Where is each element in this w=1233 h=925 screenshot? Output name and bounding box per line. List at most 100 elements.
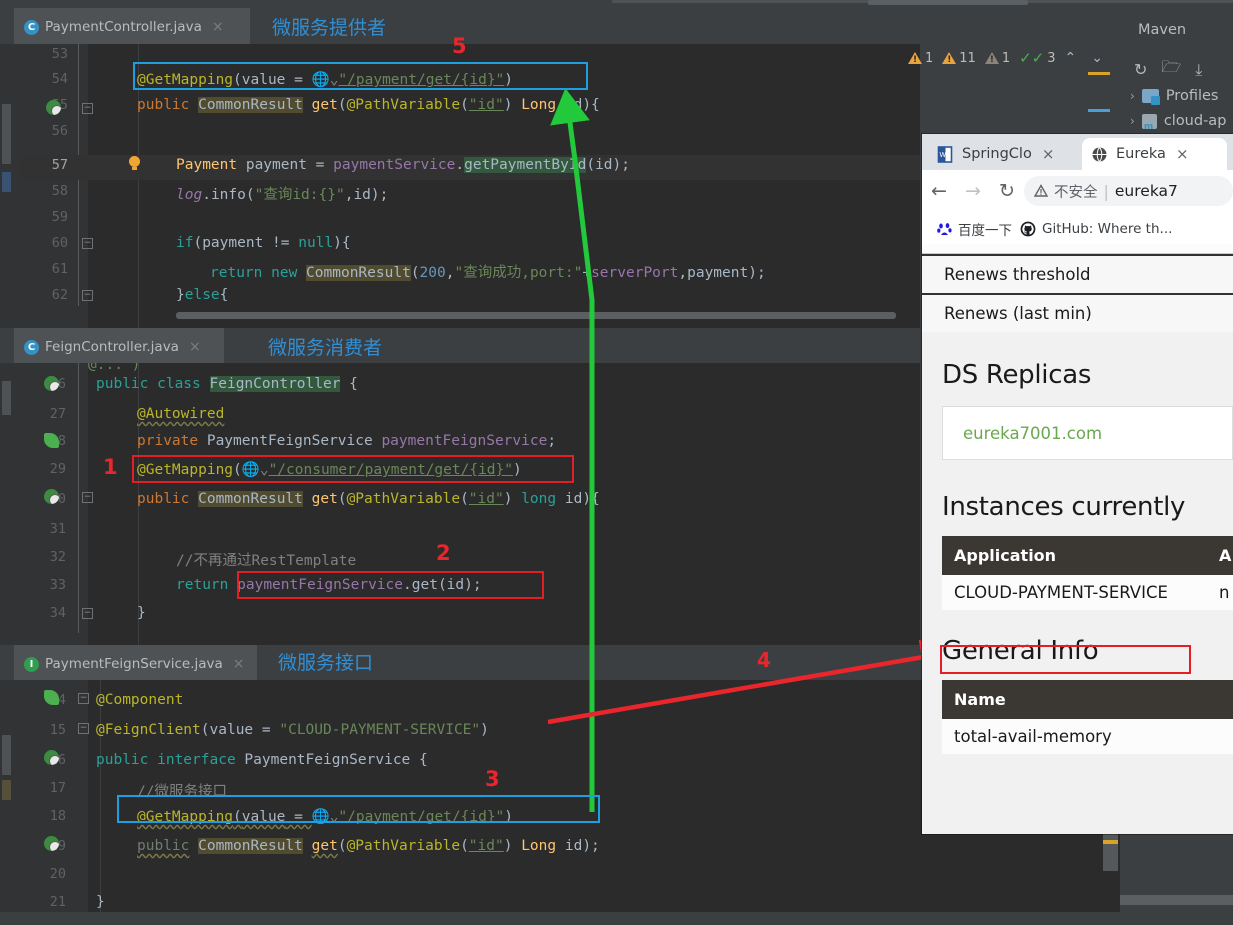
class-icon: C: [24, 339, 39, 355]
fold-collapse-icon[interactable]: −: [82, 103, 93, 114]
reload-button[interactable]: ↻: [990, 180, 1024, 202]
inspection-status-bar: ! 1 ! 11 ! 1 ✓✓ 3 ⌃ ⌄: [908, 50, 1103, 66]
close-icon[interactable]: ×: [233, 657, 245, 671]
browser-tab-eureka[interactable]: Eureka ×: [1082, 138, 1227, 170]
warning-count-2[interactable]: ! 11: [942, 51, 976, 66]
general-info-table-header: Name: [942, 680, 1233, 719]
security-label: 不安全: [1054, 184, 1098, 201]
refresh-icon[interactable]: ↻: [1134, 60, 1147, 79]
warning-count-1[interactable]: ! 1: [908, 51, 933, 66]
table-row: Renews threshold: [922, 254, 1233, 293]
table-row-partial: [922, 244, 1233, 254]
browser-tab-springcloud[interactable]: W SpringClo ×: [928, 138, 1078, 170]
tab-payment-feign-service[interactable]: I PaymentFeignService.java ×: [14, 645, 257, 681]
chevron-right-icon[interactable]: ›: [1130, 89, 1135, 103]
maven-v-scrollbar[interactable]: [1103, 833, 1118, 871]
baidu-icon: [936, 221, 952, 237]
code-line-21: }: [96, 894, 105, 910]
spring-component-gutter-icon[interactable]: [44, 690, 59, 705]
maven-tree-item-module[interactable]: › cloud-ap: [1130, 113, 1226, 132]
close-icon[interactable]: ×: [1176, 145, 1189, 163]
horizontal-scrollbar[interactable]: [176, 312, 896, 319]
browser-navbar: ← → ↻ 不安全 | eureka7: [922, 170, 1233, 212]
fold-collapse-icon[interactable]: −: [82, 492, 93, 503]
ds-replica-link[interactable]: eureka7001.com: [963, 424, 1102, 443]
annotation-number-5: 5: [452, 34, 467, 58]
download-sources-icon[interactable]: ⤓: [1195, 60, 1202, 80]
close-icon[interactable]: ×: [1042, 145, 1055, 163]
warning-triangle-icon: !: [942, 52, 957, 65]
bookmark-label: GitHub: Where th...: [1042, 221, 1173, 237]
bookmark-label: 百度一下: [958, 223, 1012, 239]
spring-autowired-gutter-icon[interactable]: [44, 433, 59, 448]
tab-label: PaymentFeignService.java: [45, 656, 223, 672]
editor-feign-controller[interactable]: @...") 26 27 28 29 30 31 32 33 34 − − pu…: [0, 363, 920, 646]
annotation-note-provider: 微服务提供者: [272, 17, 387, 39]
ds-replicas-heading: DS Replicas: [942, 360, 1092, 390]
spring-bean-gutter-icon[interactable]: [46, 100, 61, 115]
table-row: CLOUD-PAYMENT-SERVICE n: [942, 575, 1233, 610]
scroll-marker-2: [2, 780, 11, 800]
address-bar[interactable]: 不安全 | eureka7: [1024, 176, 1233, 206]
tab-feign-controller[interactable]: C FeignController.java ×: [14, 328, 224, 364]
spring-bean-gutter-icon[interactable]: [44, 376, 59, 391]
fold-collapse-icon[interactable]: −: [78, 723, 89, 734]
line-number: 32: [49, 549, 66, 565]
chevron-right-icon[interactable]: ›: [1130, 114, 1135, 128]
maven-h-scrollbar[interactable]: [1120, 895, 1233, 905]
line-number: 18: [49, 808, 66, 824]
spring-mapping-gutter-icon[interactable]: [44, 489, 59, 504]
line-number: 31: [49, 521, 66, 537]
fold-collapse-icon[interactable]: −: [82, 290, 93, 301]
line-number: 21: [49, 894, 66, 910]
chrome-browser-window[interactable]: W SpringClo × Eureka × ← → ↻ 不安全 | eurek…: [922, 134, 1233, 834]
bookmark-baidu[interactable]: 百度一下: [936, 219, 1012, 239]
cell-application: CLOUD-PAYMENT-SERVICE: [954, 583, 1168, 602]
add-maven-project-icon[interactable]: 🗁: [1161, 56, 1181, 83]
maven-tool-window[interactable]: Maven ↻ 🗁 ⤓ › Profiles › cloud-ap: [1120, 8, 1233, 138]
fold-collapse-icon[interactable]: −: [82, 238, 93, 249]
line-number: 61: [51, 261, 68, 277]
count-label: 1: [925, 50, 934, 66]
ide-search-field-sliver[interactable]: [868, 0, 1028, 5]
tab-label: PaymentController.java: [45, 19, 202, 35]
omnibox-separator: |: [1103, 181, 1109, 201]
close-icon[interactable]: ×: [212, 20, 224, 34]
table-row: Renews (last min): [922, 293, 1233, 332]
highlight-box-2: [237, 571, 544, 599]
error-stripe-info[interactable]: [1088, 109, 1110, 112]
line-number: 17: [49, 780, 66, 796]
globe-icon: [1090, 145, 1108, 163]
spring-bean-gutter-icon[interactable]: [44, 750, 59, 765]
fold-collapse-icon[interactable]: −: [82, 608, 93, 619]
warning-count-3[interactable]: ! 1: [984, 51, 1010, 66]
column-header-application: Application: [954, 546, 1057, 565]
count-label: 11: [959, 50, 976, 66]
bookmarks-bar: 百度一下 GitHub: Where th...: [922, 214, 1233, 244]
next-problem-icon[interactable]: ⌄: [1091, 50, 1103, 66]
line-number: 20: [49, 866, 66, 882]
tab-payment-controller[interactable]: C PaymentController.java ×: [14, 8, 250, 44]
spring-mapping-gutter-icon[interactable]: [44, 836, 59, 851]
line-number: 34: [49, 605, 66, 621]
code-line-57: Payment payment = paymentService.getPaym…: [176, 157, 630, 173]
typo-count[interactable]: ✓✓ 3: [1019, 51, 1055, 66]
maven-tree-item-profiles[interactable]: › Profiles: [1130, 88, 1219, 105]
tree-label: Profiles: [1165, 88, 1219, 104]
fold-collapse-icon[interactable]: −: [78, 693, 89, 704]
intention-bulb-icon[interactable]: [129, 156, 140, 170]
back-button[interactable]: ←: [922, 180, 956, 202]
code-line-30: public CommonResult get(@PathVariable("i…: [137, 491, 600, 507]
eureka-page-content[interactable]: Renews threshold Renews (last min) DS Re…: [922, 244, 1233, 834]
cell-amis: n: [1219, 583, 1230, 602]
error-stripe-warning[interactable]: [1088, 72, 1110, 75]
instances-heading: Instances currently: [942, 492, 1186, 522]
scroll-marker: [2, 104, 11, 164]
url-text[interactable]: eureka7: [1115, 182, 1178, 200]
close-icon[interactable]: ×: [189, 340, 201, 354]
forward-button[interactable]: →: [956, 180, 990, 202]
line-number: 56: [51, 123, 68, 139]
prev-problem-icon[interactable]: ⌃: [1065, 50, 1077, 66]
profiles-icon: [1141, 89, 1160, 105]
bookmark-github[interactable]: GitHub: Where th...: [1020, 221, 1172, 237]
